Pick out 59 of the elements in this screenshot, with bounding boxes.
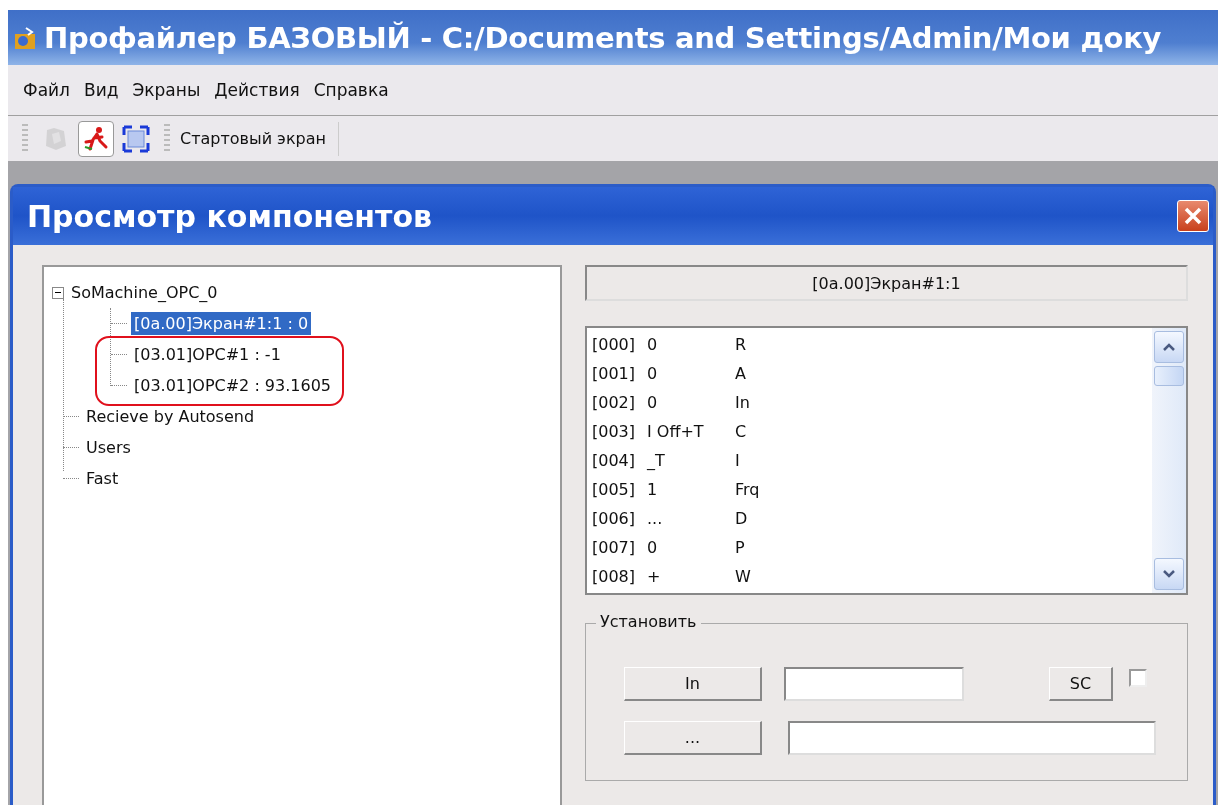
menu-item[interactable]: Файл xyxy=(22,78,71,102)
register-name: A xyxy=(735,364,746,383)
register-index: [005] xyxy=(592,480,637,499)
register-value: 1 xyxy=(647,480,659,499)
tree-item[interactable]: [03.01]OPC#1 : -1 xyxy=(131,343,284,366)
tree-item[interactable]: [03.01]OPC#2 : 93.1605 xyxy=(131,374,334,397)
register-index: [002] xyxy=(592,393,637,412)
menu-item[interactable]: Экраны xyxy=(131,78,202,102)
tree-item[interactable]: Users xyxy=(83,436,134,459)
register-value: 0 xyxy=(647,335,659,354)
register-value: _T xyxy=(647,451,666,470)
selected-item-header: [0a.00]Экран#1:1 xyxy=(585,265,1188,301)
checkbox[interactable] xyxy=(1129,669,1147,687)
register-value: I Off+T xyxy=(647,422,705,441)
register-value: + xyxy=(647,567,662,586)
register-index: [001] xyxy=(592,364,637,383)
register-value: 0 xyxy=(647,364,659,383)
register-name: In xyxy=(735,393,750,412)
register-name: W xyxy=(735,567,751,586)
register-index: [004] xyxy=(592,451,637,470)
screen-label: Стартовый экран xyxy=(180,121,339,156)
app-icon xyxy=(14,25,36,50)
collapse-icon[interactable] xyxy=(52,286,64,299)
register-name: Frq xyxy=(735,480,760,499)
scroll-thumb[interactable] xyxy=(1154,366,1184,386)
register-name: P xyxy=(735,538,745,557)
sc-button[interactable]: SC xyxy=(1049,667,1113,701)
tree-item[interactable]: [0a.00]Экран#1:1 : 0 xyxy=(131,312,312,335)
close-icon xyxy=(1183,206,1203,226)
register-name: D xyxy=(735,509,748,528)
input-field[interactable] xyxy=(784,667,964,701)
register-index: [008] xyxy=(592,567,637,586)
scroll-up-button[interactable] xyxy=(1154,331,1184,363)
register-index: [007] xyxy=(592,538,637,557)
tree-item[interactable]: Recieve by Autosend xyxy=(83,405,258,428)
register-value: ... xyxy=(647,509,664,528)
register-index: [000] xyxy=(592,335,637,354)
register-value: 0 xyxy=(647,393,659,412)
running-figure-icon xyxy=(82,124,110,153)
close-button[interactable] xyxy=(1177,200,1209,232)
window-title: Профайлер БАЗОВЫЙ - C:/Documents and Settings/Admin/Мои доку xyxy=(44,20,1162,55)
dialog-title: Просмотр компонентов xyxy=(27,198,433,234)
register-name: R xyxy=(735,335,747,354)
frame-icon xyxy=(122,124,150,153)
register-index: [003] xyxy=(592,422,637,441)
scroll-down-button[interactable] xyxy=(1154,558,1184,590)
menu-item[interactable]: Вид xyxy=(82,78,120,102)
menu-item[interactable]: Справка xyxy=(312,78,390,102)
register-index: [006] xyxy=(592,509,637,528)
register-name: I xyxy=(735,451,740,470)
tree-item[interactable]: SoMachine_OPC_0 xyxy=(68,281,221,304)
tree-item[interactable]: Fast xyxy=(83,467,122,490)
register-value: 0 xyxy=(647,538,659,557)
input-field[interactable] xyxy=(788,721,1156,755)
menu-item[interactable]: Действия xyxy=(213,78,301,102)
toolbar-button[interactable] xyxy=(78,120,114,157)
browse-button[interactable]: ... xyxy=(624,721,762,755)
set-button[interactable]: In xyxy=(624,667,762,701)
register-name: C xyxy=(735,422,747,441)
